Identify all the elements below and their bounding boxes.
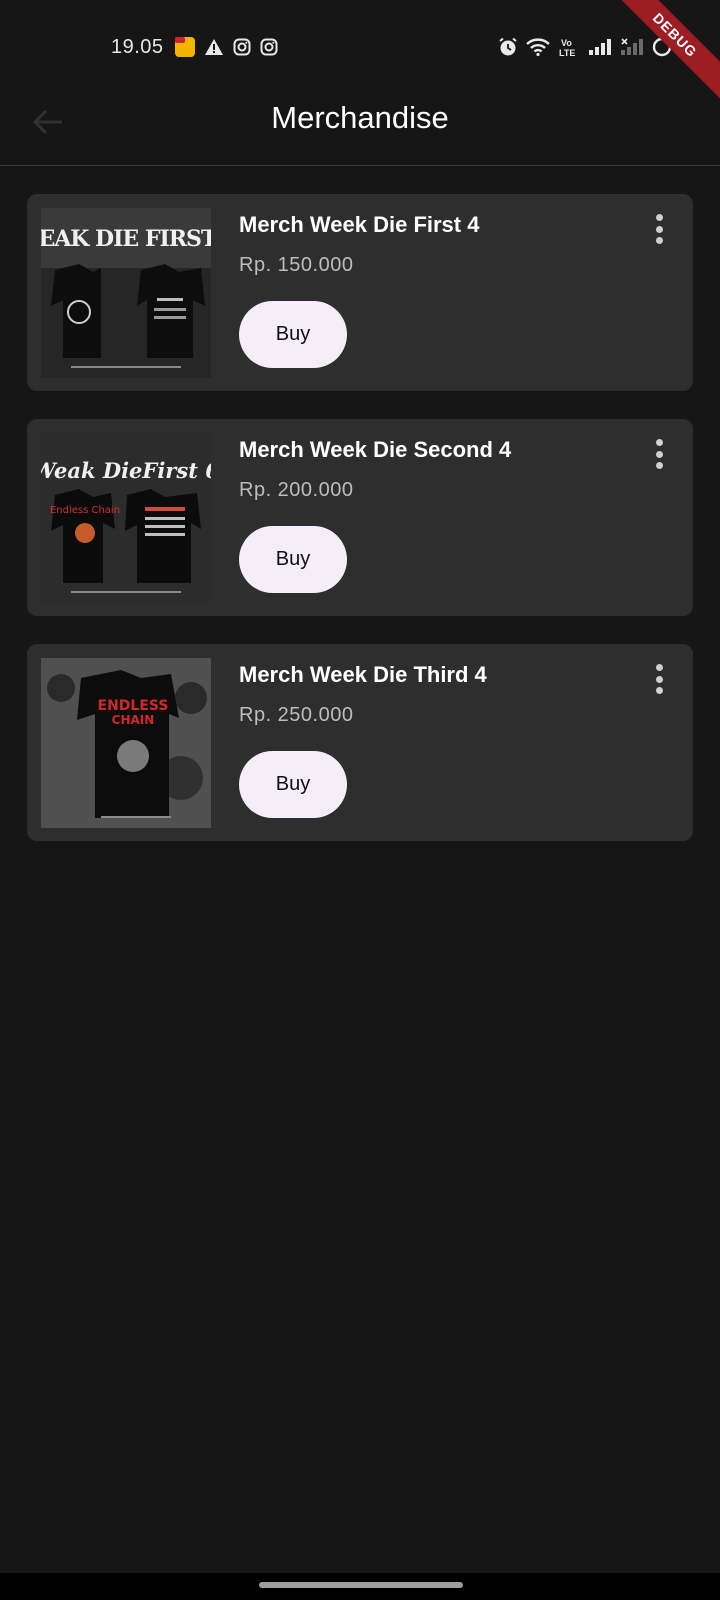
signal-no-service-icon [621, 38, 643, 55]
merchandise-screen: 19.05 Vo LTE DEBUG Merchandise EAK DIE F… [0, 0, 720, 1600]
merch-card[interactable]: Weak DieFirst 6 Endless Chain Merch Week… [27, 419, 693, 616]
buy-button[interactable]: Buy [239, 526, 347, 593]
item-price: Rp. 150.000 [239, 254, 354, 276]
app-bar: Merchandise [0, 80, 720, 166]
instagram-icon [233, 38, 251, 56]
svg-text:Endless Chain: Endless Chain [50, 505, 120, 516]
more-vert-icon[interactable] [649, 212, 669, 246]
notification-icons [175, 37, 278, 57]
svg-text:ENDLESS: ENDLESS [98, 698, 169, 714]
home-indicator[interactable] [259, 1582, 463, 1588]
status-time: 19.05 [111, 36, 164, 58]
product-image: WEAK DIE FIRST 4 [41, 208, 211, 378]
item-name: Merch Week Die First 4 [239, 212, 480, 237]
system-icons: Vo LTE [498, 37, 672, 57]
merch-card[interactable]: WEAK DIE FIRST 4 Merch Week Die First 4 … [27, 194, 693, 391]
product-image: Weak DieFirst 6 Endless Chain [41, 433, 211, 603]
signal-icon [589, 39, 611, 55]
item-name: Merch Week Die Second 4 [239, 437, 512, 462]
svg-text:Weak DieFirst 6: Weak DieFirst 6 [41, 458, 211, 483]
navigation-bar [0, 1573, 720, 1600]
volte-icon: Vo LTE [559, 38, 575, 57]
app-notification-icon [175, 37, 195, 57]
item-price: Rp. 250.000 [239, 704, 354, 726]
svg-text:CHAIN: CHAIN [112, 713, 155, 727]
buy-button[interactable]: Buy [239, 301, 347, 368]
wifi-icon [526, 38, 550, 56]
alarm-icon [499, 37, 517, 56]
more-vert-icon[interactable] [649, 437, 669, 471]
merchandise-list: WEAK DIE FIRST 4 Merch Week Die First 4 … [27, 194, 693, 869]
merch-card[interactable]: ENDLESS CHAIN Merch Week Die Third 4 Rp.… [27, 644, 693, 841]
buy-button[interactable]: Buy [239, 751, 347, 818]
page-title: Merchandise [271, 100, 449, 135]
item-name: Merch Week Die Third 4 [239, 662, 487, 687]
svg-text:LTE: LTE [559, 48, 575, 57]
status-bar: 19.05 Vo LTE DEBUG [0, 0, 720, 105]
item-price: Rp. 200.000 [239, 479, 354, 501]
warning-icon [205, 39, 223, 55]
svg-text:Vo: Vo [561, 38, 572, 48]
more-vert-icon[interactable] [649, 662, 669, 696]
svg-text:WEAK DIE FIRST 4: WEAK DIE FIRST 4 [41, 226, 211, 252]
instagram-icon [260, 38, 278, 56]
product-image: ENDLESS CHAIN [41, 658, 211, 828]
